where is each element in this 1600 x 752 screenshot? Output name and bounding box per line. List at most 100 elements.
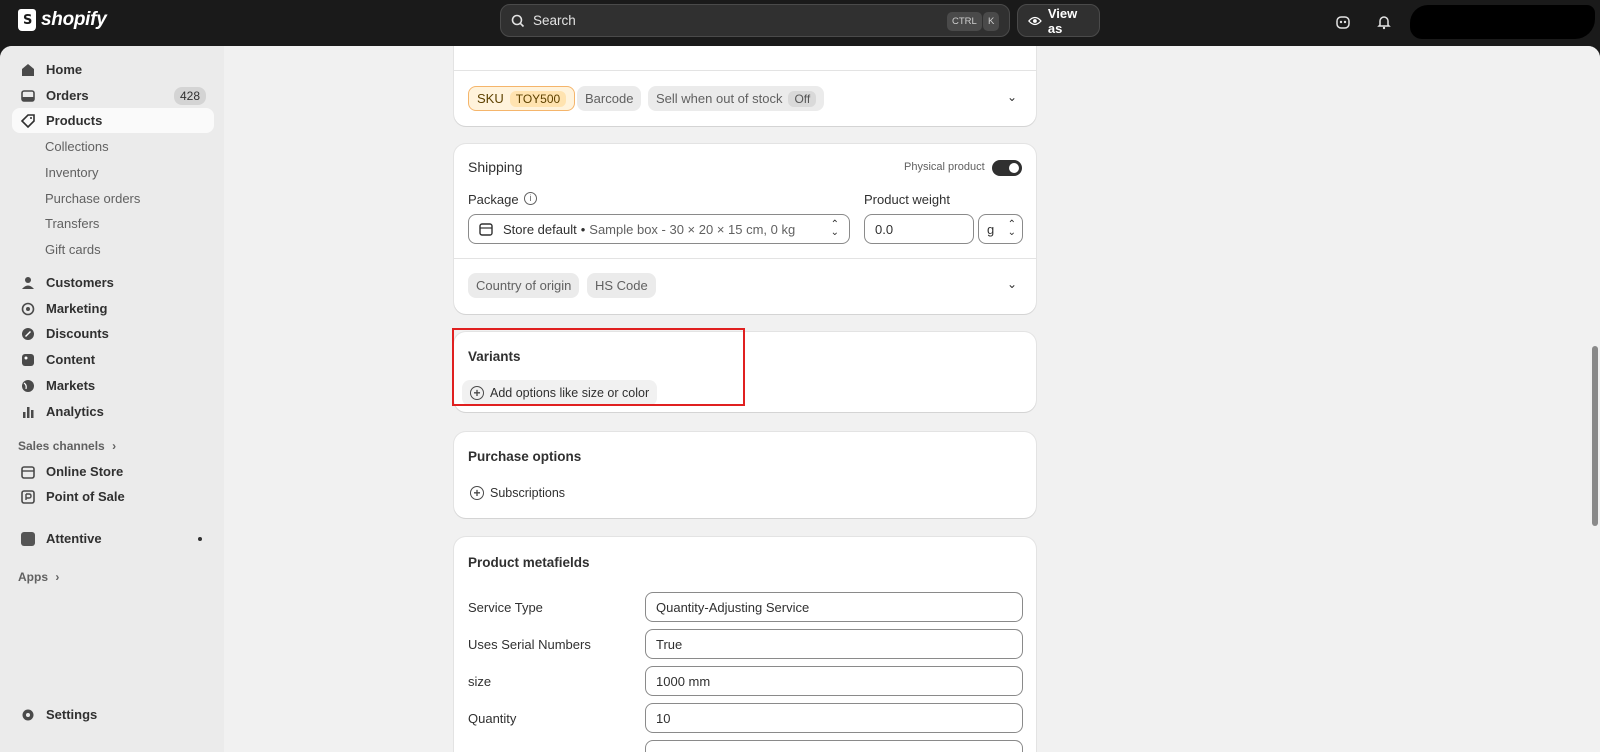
subscriptions-label: Subscriptions	[490, 486, 566, 500]
sidebar-item-settings[interactable]: Settings	[12, 702, 214, 727]
scrollbar-thumb[interactable]	[1592, 346, 1598, 526]
subscriptions-button[interactable]: + Subscriptions	[462, 480, 573, 506]
metafield-value: Quantity-Adjusting Service	[656, 599, 810, 615]
inventory-card: SKU TOY500 Barcode Sell when out of stoc…	[454, 46, 1036, 126]
sidebar-item-label: Attentive	[46, 531, 102, 546]
sidekick-icon[interactable]	[1333, 12, 1353, 32]
chevron-down-icon[interactable]: ⌄	[1007, 277, 1017, 291]
box-icon	[479, 223, 493, 236]
weight-unit-select[interactable]: g ⌃ ⌄	[978, 214, 1023, 244]
sidebar-item-products[interactable]: Products	[12, 108, 214, 133]
weight-value: 0.0	[875, 221, 894, 237]
country-of-origin-label: Country of origin	[476, 278, 572, 293]
orders-count-badge: 428	[173, 87, 206, 105]
shipping-card: Shipping Physical product Package i Stor…	[454, 144, 1036, 314]
sidebar-subitem-inventory[interactable]: Inventory	[45, 165, 98, 180]
apps-label: Apps	[18, 570, 48, 584]
select-arrows-icon: ⌃ ⌄	[830, 219, 839, 238]
metafield-label: Service Type	[468, 600, 543, 615]
sidebar-item-discounts[interactable]: Discounts	[12, 321, 214, 346]
purchase-options-card: Purchase options + Subscriptions	[454, 432, 1036, 518]
view-as-label: View as	[1047, 5, 1078, 36]
sidebar-item-orders[interactable]: Orders 428	[12, 83, 214, 108]
sales-channels-heading[interactable]: Sales channels ›	[18, 439, 116, 453]
barcode-chip[interactable]: Barcode	[577, 86, 642, 111]
sidebar-item-label: Customers	[46, 275, 114, 290]
metafield-input[interactable]: 10	[645, 703, 1023, 733]
metafield-label: size	[468, 674, 492, 689]
weight-input[interactable]: 0.0	[864, 214, 974, 244]
sidebar-item-attentive[interactable]: Attentive	[12, 526, 214, 551]
weight-unit: g	[987, 221, 995, 237]
sidebar-item-analytics[interactable]: Analytics	[12, 399, 214, 424]
person-icon	[20, 275, 36, 291]
sku-chip[interactable]: SKU TOY500	[468, 86, 576, 111]
sidebar-item-label: Products	[46, 113, 103, 128]
store-icon	[20, 464, 36, 480]
sidebar-item-label: Discounts	[46, 326, 109, 341]
metafield-input[interactable]: True	[645, 629, 1023, 659]
hs-code-label: HS Code	[595, 278, 648, 293]
sidebar-item-label: Analytics	[46, 404, 104, 419]
discount-icon	[20, 326, 36, 342]
physical-product-toggle[interactable]	[992, 160, 1022, 176]
app-icon	[20, 531, 36, 547]
metafield-input[interactable]: 1000 mm	[645, 666, 1023, 696]
sidebar-item-label: Orders	[46, 88, 89, 103]
package-label: Package	[468, 192, 519, 207]
bell-icon[interactable]	[1374, 12, 1394, 32]
search-icon	[511, 14, 525, 27]
sidebar-subitem-purchase-orders[interactable]: Purchase orders	[45, 191, 140, 206]
sidebar-item-customers[interactable]: Customers	[12, 270, 214, 295]
select-arrows-icon: ⌃ ⌄	[1007, 219, 1016, 238]
sell-out-of-stock-chip[interactable]: Sell when out of stock Off	[648, 86, 825, 111]
sidebar-subitem-gift-cards[interactable]: Gift cards	[45, 242, 101, 257]
logo-text: shopify	[41, 9, 107, 30]
package-select[interactable]: Store default • Sample box - 30 × 20 × 1…	[468, 214, 850, 244]
sidebar-subitem-transfers[interactable]: Transfers	[45, 216, 99, 231]
metafield-value: 1000 mm	[656, 673, 711, 689]
shopify-logo[interactable]: shopify	[18, 9, 107, 31]
search-placeholder: Search	[533, 13, 576, 28]
content-icon	[20, 352, 36, 368]
main-content: SKU TOY500 Barcode Sell when out of stoc…	[224, 46, 1588, 752]
view-as-button[interactable]: View as	[1017, 4, 1100, 37]
sell-oos-label: Sell when out of stock	[656, 91, 783, 106]
app-shell: Home Orders 428 Products Collections Inv…	[0, 46, 1600, 752]
sidebar-item-label: Markets	[46, 378, 96, 393]
country-of-origin-chip[interactable]: Country of origin	[468, 273, 580, 298]
sidebar-item-markets[interactable]: Markets	[12, 373, 214, 398]
metafield-input[interactable]: Quantity-Adjusting Service	[645, 592, 1023, 622]
bullet-separator: •	[580, 221, 586, 237]
home-icon	[20, 62, 36, 78]
sales-channels-label: Sales channels	[18, 439, 105, 453]
tag-icon	[20, 113, 36, 129]
sidebar-item-label: Home	[46, 62, 83, 77]
sidebar-item-home[interactable]: Home	[12, 57, 214, 82]
metafield-label: Uses Serial Numbers	[468, 637, 591, 652]
sidebar-item-label: Online Store	[46, 464, 124, 479]
sidebar-item-online-store[interactable]: Online Store	[12, 459, 214, 484]
metafield-input[interactable]	[645, 740, 1023, 752]
sidebar-item-label: Point of Sale	[46, 489, 125, 504]
sidebar-item-point-of-sale[interactable]: Point of Sale	[12, 484, 214, 509]
chevron-right-icon: ›	[112, 439, 117, 453]
barcode-label: Barcode	[585, 91, 634, 106]
hs-code-chip[interactable]: HS Code	[587, 273, 656, 298]
info-icon[interactable]: i	[524, 192, 537, 205]
orders-icon	[20, 88, 36, 104]
metafields-card: Product metafields Service Type Quantity…	[454, 537, 1036, 752]
account-menu-redacted[interactable]	[1410, 5, 1595, 39]
sidebar: Home Orders 428 Products Collections Inv…	[0, 46, 224, 752]
apps-heading[interactable]: Apps ›	[18, 570, 59, 584]
plus-circle-icon: +	[470, 486, 484, 500]
sidebar-subitem-collections[interactable]: Collections	[45, 139, 109, 154]
search-bar[interactable]: Search CTRL K	[500, 4, 1010, 37]
chevron-down-icon[interactable]: ⌄	[1007, 90, 1017, 104]
sku-label: SKU	[477, 91, 504, 106]
sidebar-item-marketing[interactable]: Marketing	[12, 296, 214, 321]
metafield-value: True	[656, 636, 683, 652]
scrollbar[interactable]	[1588, 46, 1600, 752]
divider	[454, 70, 1036, 71]
sidebar-item-content[interactable]: Content	[12, 347, 214, 372]
